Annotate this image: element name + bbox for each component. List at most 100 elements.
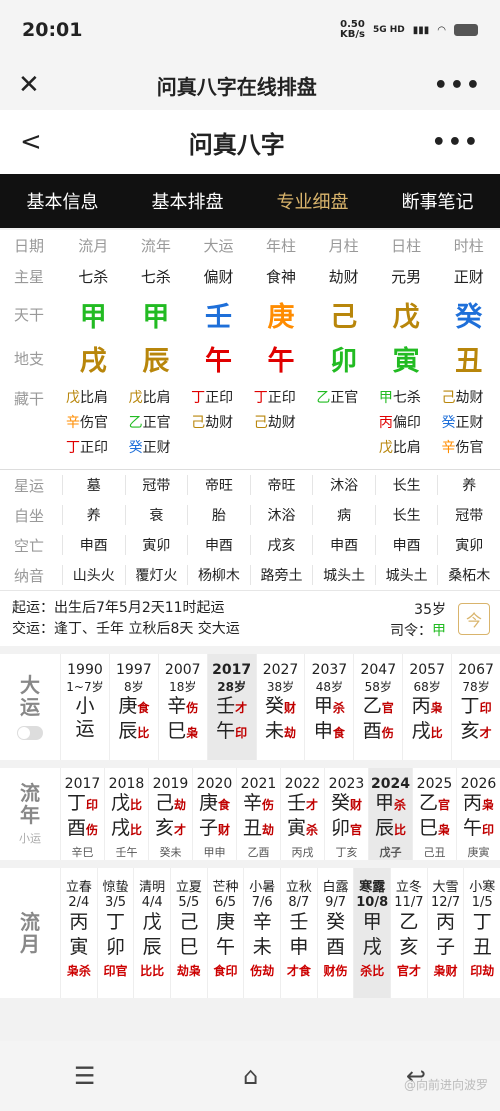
liunian-column[interactable]: 2025 乙官巳枭己丑 (412, 768, 456, 860)
dayun-column[interactable]: 1990 1~7岁小运 (60, 654, 109, 760)
solar-term-date: 1/5 (471, 895, 493, 910)
canggan-item: 己劫财 (441, 386, 500, 411)
column-header: 时柱 (453, 236, 484, 255)
kongwang-cell: 申酉 (374, 535, 438, 555)
liunian-column[interactable]: 2021 辛伤丑劫乙酉 (236, 768, 280, 860)
liuyue-column[interactable]: 小暑 7/6 辛未伤劫 (243, 868, 280, 998)
ganzhi: 丁印 (61, 792, 104, 817)
dayun-column[interactable]: 2007 18岁辛伤巳枭 (157, 654, 207, 760)
liuyue-column[interactable]: 立春 2/4 丙寅枭杀 (60, 868, 97, 998)
liunian-year: 2020 (196, 776, 233, 792)
dizhi-label: 地支 (14, 349, 45, 368)
liuyue-column[interactable]: 寒露 10/8 甲戌杀比 (353, 868, 391, 998)
tab-bar: 基本信息 基本排盘 专业细盘 断事笔记 (0, 174, 500, 228)
month-shishen: 比比 (140, 964, 165, 978)
dayun-column[interactable]: 2057 68岁丙枭戌比 (402, 654, 451, 760)
home-icon[interactable]: ⌂ (243, 1062, 258, 1090)
close-icon[interactable]: ✕ (18, 70, 40, 100)
tab-notes[interactable]: 断事笔记 (402, 188, 474, 214)
ganzhi: 酉伤 (61, 817, 104, 842)
ganzhi: 戌比 (403, 720, 451, 745)
month-branch: 丑 (472, 936, 492, 958)
canggan-god: 正财 (142, 440, 171, 456)
solar-term: 立夏 (175, 880, 202, 895)
canggan-item: 己劫财 (254, 411, 313, 436)
menu-icon[interactable]: ☰ (74, 1062, 96, 1090)
liunian-column[interactable]: 2022 壬才寅杀丙戌 (280, 768, 324, 860)
month-stem: 己 (179, 911, 199, 933)
canggan-god: 伤官 (455, 440, 484, 456)
liuyue-column[interactable]: 立秋 8/7 壬申才食 (280, 868, 317, 998)
headers-label: 日期 (14, 236, 45, 255)
ganzhi: 乙官 (413, 792, 456, 817)
liunian-column[interactable]: 2026 丙枭午印庚寅 (456, 768, 500, 860)
solar-term: 白露 (322, 880, 349, 895)
dayun-column[interactable]: 2047 58岁乙官酉伤 (353, 654, 402, 760)
canggan-god: 劫财 (267, 415, 296, 431)
liunian-column[interactable]: 2024 甲杀辰比戊子 (368, 768, 412, 860)
dayun-column[interactable]: 1997 8岁庚食辰比 (108, 654, 158, 760)
tab-basic-chart[interactable]: 基本排盘 (152, 188, 224, 214)
dizhi-cell: 卯 (330, 345, 358, 377)
liunian-column[interactable]: 2019 己劫亥才癸未 (148, 768, 192, 860)
shishen-tag: 伤 (262, 798, 275, 812)
canggan-stem: 戊 (128, 390, 143, 406)
status-time: 20:01 (22, 19, 83, 41)
liuyue-column[interactable]: 大雪 12/7 丙子枭财 (426, 868, 464, 998)
dizhi-cell: 午 (204, 345, 232, 377)
shishen-tag: 食 (218, 798, 231, 812)
canggan-item: 丁正印 (254, 386, 313, 411)
liunian-column[interactable]: 2018 戊比戌比壬午 (104, 768, 148, 860)
shishen-tag: 比 (130, 798, 143, 812)
xiaoyun-ganzhi: 乙酉 (247, 846, 270, 859)
dayun-age: 8岁 (124, 680, 144, 694)
liunian-column[interactable]: 2020 庚食子财甲申 (192, 768, 236, 860)
liuyue-column[interactable]: 惊蛰 3/5 丁卯印官 (96, 868, 134, 998)
ganzhi: 甲杀 (305, 695, 353, 720)
today-calendar-icon[interactable]: 今 (458, 603, 490, 635)
kongwang-cell: 戌亥 (249, 535, 313, 555)
canggan-item: 甲七杀 (379, 386, 438, 411)
canggan-item: 辛伤官 (441, 436, 500, 461)
liuyue-column[interactable]: 芒种 6/5 庚午食印 (206, 868, 244, 998)
shishen-tag: 劫 (174, 798, 187, 812)
solar-term-date: 6/5 (215, 895, 236, 910)
xingyun-cell: 养 (437, 475, 500, 495)
month-stem: 甲 (362, 911, 382, 933)
tab-basic-info[interactable]: 基本信息 (27, 188, 99, 214)
app-more-icon[interactable]: ••• (432, 130, 480, 155)
liunian-column[interactable]: 2023 癸财卯官丁亥 (324, 768, 368, 860)
month-stem: 丙 (69, 911, 89, 933)
wifi-icon: ◠ (437, 24, 446, 36)
dayun-year: 2027 (262, 662, 299, 678)
shishen-tag: 杀 (306, 823, 319, 837)
dayun-year: 2007 (164, 662, 201, 678)
liuyue-column[interactable]: 立冬 11/7 乙亥官才 (390, 868, 427, 998)
canggan-item: 乙正官 (129, 411, 188, 436)
liunian-year: 2018 (108, 776, 145, 792)
liunian-column[interactable]: 2017 丁印酉伤辛巳 (60, 768, 104, 860)
dayun-toggle[interactable] (17, 726, 43, 740)
ganzhi: 丑劫 (237, 817, 280, 842)
watermark: @向前进向波罗 (403, 1078, 488, 1092)
month-branch: 巳 (179, 936, 199, 958)
browser-bar: ✕ 问真八字在线排盘 ••• (0, 60, 500, 110)
dayun-column[interactable]: 2017 28岁壬才午印 (206, 654, 256, 760)
more-icon[interactable]: ••• (434, 73, 482, 98)
zizuo-cell: 衰 (124, 505, 188, 525)
liuyue-column[interactable]: 清明 4/4 戊辰比比 (133, 868, 170, 998)
dayun-column[interactable]: 2067 78岁丁印亥才 (451, 654, 500, 760)
liuyue-column[interactable]: 立夏 5/5 己巳劫枭 (170, 868, 207, 998)
liuyue-column[interactable]: 小寒 1/5 丁丑印劫 (463, 868, 500, 998)
ganzhi-char: 亥 (154, 817, 174, 839)
liuyue-section: 流 月 立春 2/4 丙寅枭杀 惊蛰 3/5 丁卯印官 清明 4/4 戊辰比比 立夏 5/5 己巳劫枭… (0, 868, 500, 998)
xingyun-cell: 长生 (374, 475, 438, 495)
dayun-column[interactable]: 2037 48岁甲杀申食 (304, 654, 353, 760)
dayun-column[interactable]: 2027 38岁癸财未劫 (255, 654, 305, 760)
back-icon[interactable]: < (20, 127, 42, 157)
canggan-item: 戊比肩 (379, 436, 438, 461)
tab-pro-chart[interactable]: 专业细盘 (277, 188, 349, 214)
app-title: 问真八字 (188, 130, 285, 159)
shishen-tag: 官 (438, 798, 451, 812)
liuyue-column[interactable]: 白露 9/7 癸酉财伤 (316, 868, 354, 998)
